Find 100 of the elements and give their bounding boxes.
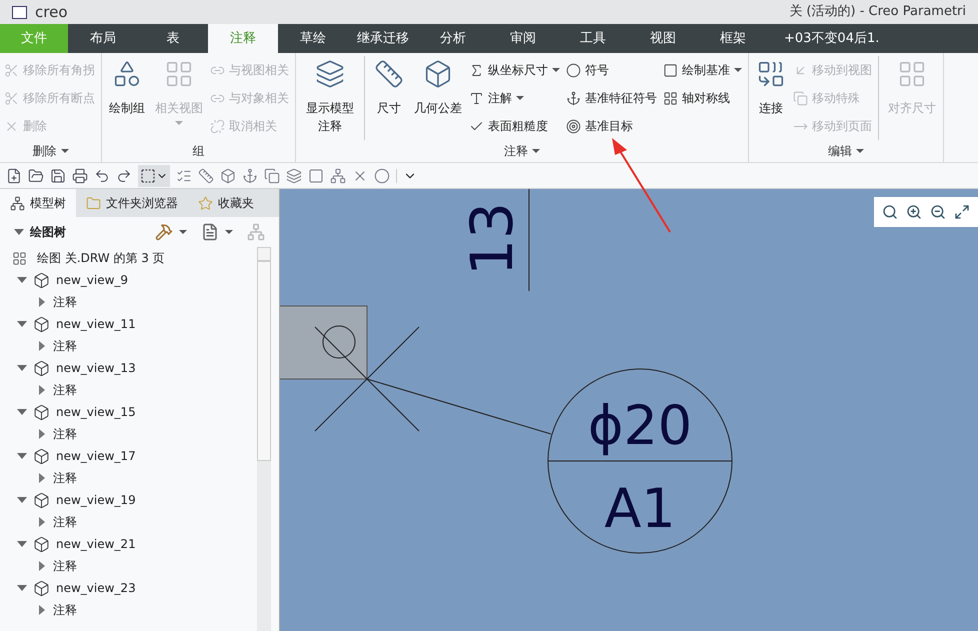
expand-arrow-icon[interactable] bbox=[39, 473, 45, 483]
caret-icon bbox=[532, 149, 540, 153]
ribbon-button[interactable]: 尺寸 bbox=[371, 56, 407, 117]
expand-arrow-icon[interactable] bbox=[17, 277, 27, 283]
expand-arrow-icon[interactable] bbox=[17, 409, 27, 415]
toolbar-button[interactable] bbox=[264, 168, 280, 184]
toolbar-button[interactable] bbox=[116, 168, 132, 184]
expand-arrow-icon[interactable] bbox=[39, 605, 45, 615]
tree-item[interactable]: new_view_13 bbox=[12, 357, 257, 379]
ribbon-group-label[interactable]: 组 bbox=[106, 140, 291, 162]
menu-tab[interactable]: 框架 bbox=[698, 24, 768, 53]
toolbar-button[interactable] bbox=[242, 168, 258, 184]
ribbon-button[interactable]: 绘制组 bbox=[106, 56, 148, 117]
view-icon bbox=[33, 360, 50, 376]
expand-icon[interactable] bbox=[954, 204, 970, 220]
expand-arrow-icon[interactable] bbox=[17, 541, 27, 547]
menu-tab[interactable]: 表 bbox=[138, 24, 208, 53]
datum-target-label: A1 bbox=[604, 477, 676, 540]
tree-title[interactable]: 绘图树 bbox=[14, 223, 66, 241]
tree-item[interactable]: new_view_9 bbox=[12, 269, 257, 291]
tree-item[interactable]: 注释 bbox=[12, 555, 257, 577]
menu-tab[interactable]: 继承迁移 bbox=[348, 24, 418, 53]
tree-item[interactable]: new_view_19 bbox=[12, 489, 257, 511]
caret-icon bbox=[60, 149, 68, 153]
expand-arrow-icon[interactable] bbox=[17, 497, 27, 503]
menu-tab[interactable]: 视图 bbox=[628, 24, 698, 53]
zoom-in-icon[interactable] bbox=[906, 204, 922, 220]
zoom-out-icon[interactable] bbox=[930, 204, 946, 220]
toolbar-button[interactable] bbox=[374, 168, 390, 184]
ribbon-button[interactable]: 绘制基准 bbox=[663, 56, 744, 84]
ribbon-group-label[interactable]: 编辑 bbox=[753, 140, 939, 162]
tree-item[interactable]: new_view_15 bbox=[12, 401, 257, 423]
view-icon bbox=[33, 580, 50, 596]
expand-arrow-icon[interactable] bbox=[17, 585, 27, 591]
expand-arrow-icon[interactable] bbox=[17, 453, 27, 459]
panel-tab[interactable]: 文件夹浏览器 bbox=[76, 189, 188, 217]
toolbar-button[interactable] bbox=[6, 168, 22, 184]
select-box-button[interactable] bbox=[138, 164, 170, 186]
toolbar-button[interactable] bbox=[50, 168, 66, 184]
ribbon-group-label[interactable]: 删除 bbox=[4, 140, 97, 162]
view-icon bbox=[33, 272, 50, 288]
list-icon[interactable] bbox=[201, 223, 219, 241]
menu-tab[interactable]: 注释 bbox=[208, 24, 278, 53]
expand-arrow-icon[interactable] bbox=[39, 385, 45, 395]
tree-item[interactable]: new_view_11 bbox=[12, 313, 257, 335]
tree-item[interactable]: new_view_21 bbox=[12, 533, 257, 555]
tree-item[interactable]: 注释 bbox=[12, 335, 257, 357]
drawing-canvas[interactable]: 13 ϕ20 A1 bbox=[280, 189, 978, 631]
menu-tab[interactable]: 分析 bbox=[418, 24, 488, 53]
expand-arrow-icon[interactable] bbox=[39, 561, 45, 571]
toolbar-button[interactable] bbox=[308, 168, 324, 184]
toolbar-button[interactable] bbox=[94, 168, 110, 184]
tree-item[interactable]: 注释 bbox=[12, 599, 257, 621]
view-icon bbox=[33, 316, 50, 332]
panel-tab[interactable]: 收藏夹 bbox=[188, 189, 264, 217]
tab-icon bbox=[10, 196, 25, 210]
ribbon-button[interactable]: 纵坐标尺寸 bbox=[469, 56, 562, 84]
tool-icon bbox=[566, 90, 581, 106]
ribbon-button[interactable]: 连接 bbox=[753, 56, 789, 117]
tree-item[interactable]: 注释 bbox=[12, 511, 257, 533]
expand-arrow-icon[interactable] bbox=[17, 365, 27, 371]
ribbon-button[interactable]: 符号 bbox=[566, 56, 659, 84]
expand-arrow-icon[interactable] bbox=[17, 321, 27, 327]
ribbon-button[interactable]: 几何公差 bbox=[411, 56, 465, 117]
toolbar-button[interactable] bbox=[330, 168, 346, 184]
tree-item[interactable]: new_view_17 bbox=[12, 445, 257, 467]
menu-tab[interactable]: 审阅 bbox=[488, 24, 558, 53]
panel-tab[interactable]: 模型树 bbox=[0, 189, 76, 217]
tree-item[interactable]: 注释 bbox=[12, 379, 257, 401]
toolbar-button[interactable] bbox=[286, 168, 302, 184]
scrollbar[interactable] bbox=[257, 247, 271, 631]
tool-icon bbox=[210, 118, 225, 134]
tree-item[interactable]: 注释 bbox=[12, 291, 257, 313]
toolbar-button[interactable] bbox=[198, 168, 214, 184]
menu-tab[interactable]: 草绘 bbox=[278, 24, 348, 53]
toolbar-button[interactable] bbox=[72, 168, 88, 184]
menu-tab[interactable]: 布局 bbox=[68, 24, 138, 53]
expand-arrow-icon[interactable] bbox=[39, 517, 45, 527]
tree-item[interactable]: 注释 bbox=[12, 423, 257, 445]
ribbon-button[interactable]: 轴对称线 bbox=[663, 84, 744, 112]
ribbon-button[interactable]: 表面粗糙度 bbox=[469, 112, 562, 140]
menu-tab[interactable]: 工具 bbox=[558, 24, 628, 53]
ribbon-button[interactable]: 显示模型注释 bbox=[300, 56, 360, 135]
expand-arrow-icon[interactable] bbox=[39, 341, 45, 351]
tree-item[interactable]: new_view_23 bbox=[12, 577, 257, 599]
expand-arrow-icon[interactable] bbox=[39, 429, 45, 439]
zoom-fit-icon[interactable] bbox=[882, 204, 898, 220]
caret-icon bbox=[856, 149, 864, 153]
ribbon-button[interactable]: 基准目标 bbox=[566, 112, 659, 140]
ribbon-button[interactable]: 基准特征符号 bbox=[566, 84, 659, 112]
tool-icon bbox=[112, 59, 142, 89]
toolbar-button[interactable] bbox=[220, 168, 236, 184]
tree-item[interactable]: 绘图 关.DRW 的第 3 页 bbox=[12, 247, 257, 269]
toolbar-icon bbox=[374, 168, 390, 184]
ribbon-button[interactable]: 注解 bbox=[469, 84, 562, 112]
expand-arrow-icon[interactable] bbox=[39, 297, 45, 307]
toolbar-button[interactable] bbox=[28, 168, 44, 184]
menu-tab[interactable]: +03不变04后1. bbox=[768, 24, 896, 53]
tree-item[interactable]: 注释 bbox=[12, 467, 257, 489]
toolbar-menu-button[interactable] bbox=[396, 168, 417, 182]
